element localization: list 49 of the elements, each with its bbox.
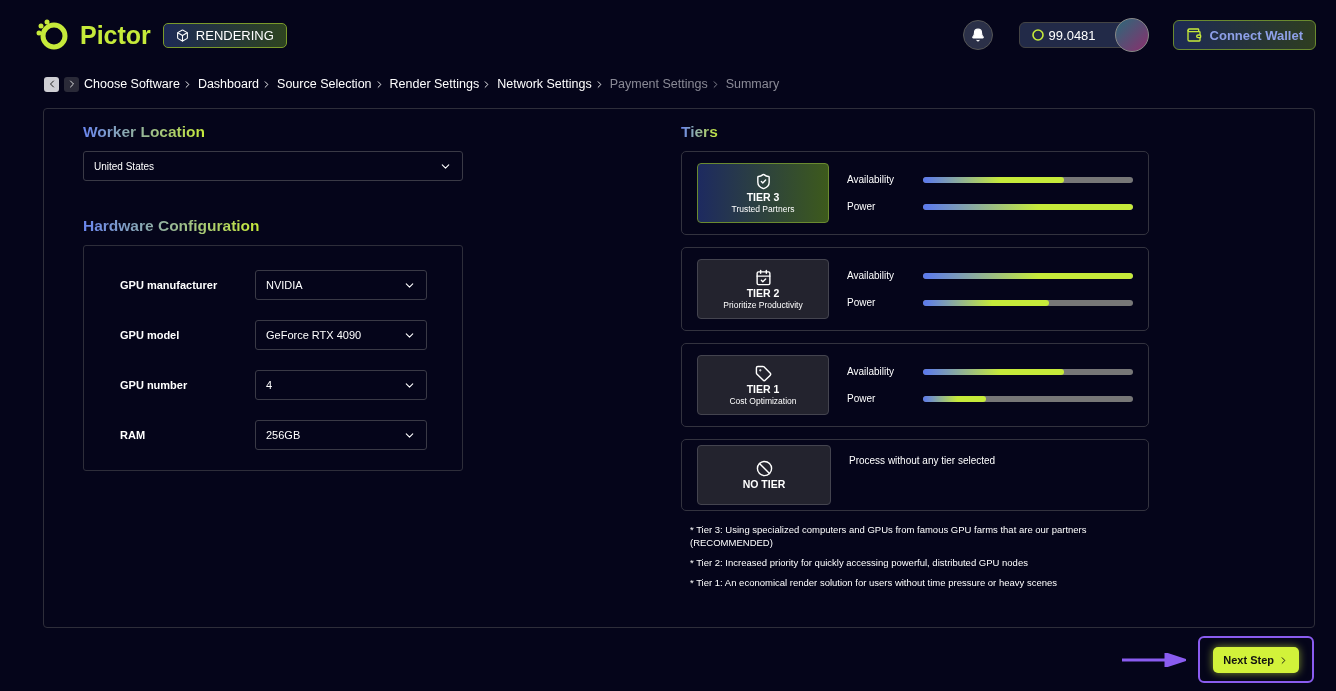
breadcrumb-link[interactable]: Dashboard bbox=[197, 77, 260, 91]
cube-icon bbox=[175, 28, 189, 42]
tier-description: Process without any tier selected bbox=[849, 455, 996, 466]
metric-label: Availability bbox=[847, 270, 896, 281]
metric-label: Availability bbox=[847, 174, 896, 185]
coin-icon bbox=[1031, 29, 1044, 41]
notifications-button[interactable] bbox=[962, 20, 993, 50]
tier-option[interactable]: NO TIER bbox=[697, 445, 831, 505]
breadcrumb-link[interactable]: Summary bbox=[725, 77, 780, 91]
shield-check-icon bbox=[754, 172, 772, 190]
brand-name: Pictor bbox=[80, 20, 151, 50]
metric-label: Power bbox=[847, 201, 877, 212]
field-label: GPU model bbox=[120, 329, 181, 341]
tier-note: * Tier 3: Using specialized computers and GPUs from famous GPU farms that are our partners (RECOMMENDED) bbox=[690, 523, 1088, 549]
no-entry-icon bbox=[755, 460, 773, 477]
field-label: GPU number bbox=[120, 379, 189, 391]
field-label: GPU manufacturer bbox=[120, 279, 219, 291]
logo-icon bbox=[36, 19, 68, 51]
section-title: Hardware Configuration bbox=[83, 217, 260, 235]
connect-wallet-button[interactable]: Connect Wallet bbox=[1172, 20, 1316, 50]
bell-icon bbox=[970, 28, 985, 42]
dropdown-select[interactable]: GeForce RTX 4090 bbox=[255, 320, 427, 350]
arrow-annotation bbox=[1122, 652, 1187, 667]
wallet-icon bbox=[1185, 27, 1202, 43]
avatar[interactable] bbox=[1114, 18, 1149, 52]
next-step-button[interactable]: Next Step bbox=[1213, 647, 1299, 673]
dropdown-select[interactable]: 4 bbox=[255, 370, 427, 400]
metric-label: Power bbox=[847, 393, 877, 404]
mode-badge: RENDERING bbox=[162, 22, 287, 48]
tier-option[interactable]: TIER 2 Prioritize Productivity bbox=[697, 259, 829, 319]
field-label: RAM bbox=[120, 429, 147, 441]
breadcrumb-link[interactable]: Network Settings bbox=[497, 77, 592, 91]
metric-label: Power bbox=[847, 297, 877, 308]
tier-note: * Tier 2: Increased priority for quickly accessing powerful, distributed GPU nodes bbox=[690, 556, 1029, 569]
back-button[interactable] bbox=[44, 76, 59, 92]
price-tag-icon bbox=[754, 364, 772, 382]
calendar-check-icon bbox=[754, 268, 772, 286]
forward-button[interactable] bbox=[64, 76, 79, 92]
breadcrumb-link[interactable]: Choose Software bbox=[84, 77, 180, 91]
tier-note: * Tier 1: An economical render solution for users without time pressure or heavy scenes bbox=[690, 576, 1058, 589]
metric-label: Availability bbox=[847, 366, 896, 377]
breadcrumb-link[interactable]: Render Settings bbox=[389, 77, 480, 91]
tier-option[interactable]: TIER 3 Trusted Partners bbox=[697, 163, 829, 223]
breadcrumb-link[interactable]: Source Selection bbox=[277, 77, 372, 91]
tier-option[interactable]: TIER 1 Cost Optimization bbox=[697, 355, 829, 415]
location-select[interactable]: United States bbox=[83, 151, 463, 181]
dropdown-select[interactable]: NVIDIA bbox=[255, 270, 427, 300]
dropdown-select[interactable]: 256GB bbox=[255, 420, 427, 450]
breadcrumb-link[interactable]: Payment Settings bbox=[609, 77, 708, 91]
